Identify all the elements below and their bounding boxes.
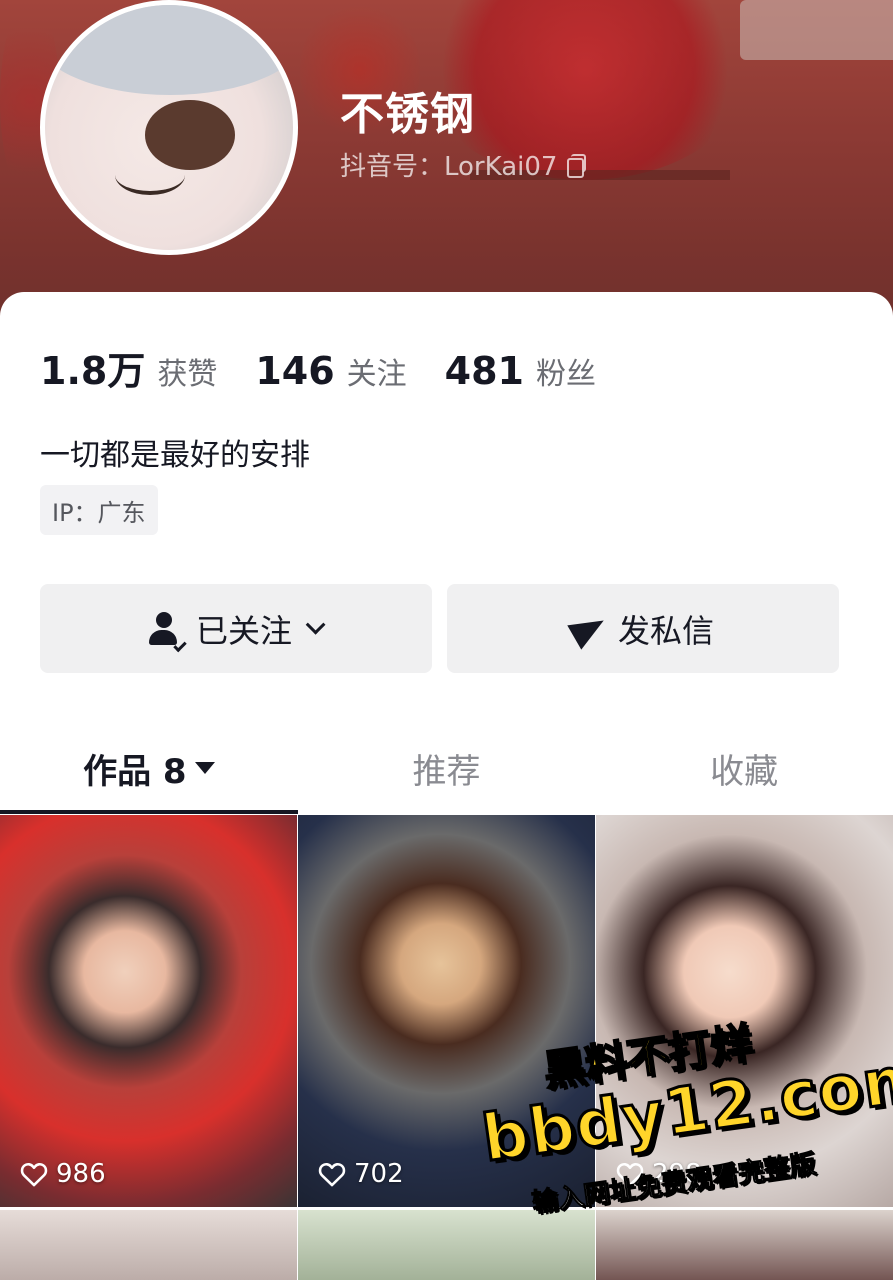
douyin-id-text: 抖音号：LorKai07	[340, 152, 558, 182]
followed-label: 已关注	[195, 611, 292, 650]
douyin-id[interactable]: 抖音号：LorKai07	[340, 146, 587, 183]
stats-row: 1.8万 获赞 146 关注 481 粉丝	[40, 340, 596, 395]
avatar[interactable]	[40, 0, 298, 255]
followed-button[interactable]: 已关注	[40, 584, 432, 673]
heart-icon	[20, 1161, 48, 1187]
like-count: 986	[20, 1159, 106, 1189]
stat-followers[interactable]: 481 粉丝	[445, 349, 596, 393]
stat-label: 关注	[346, 357, 407, 392]
tab-label: 推荐	[412, 751, 481, 792]
heart-icon	[318, 1161, 346, 1187]
tab-works[interactable]: 作品 8	[0, 722, 298, 814]
like-count-text: 986	[56, 1159, 106, 1189]
message-button[interactable]: 发私信	[447, 584, 839, 673]
like-count: 702	[318, 1159, 404, 1189]
stat-value: 1.8万	[40, 349, 146, 393]
tab-bar: 作品 8 推荐 收藏	[0, 722, 893, 814]
username: 不锈钢	[340, 89, 475, 140]
bio: 一切都是最好的安排	[40, 438, 310, 473]
stat-value: 146	[255, 349, 335, 393]
stat-label: 获赞	[157, 357, 218, 392]
copy-icon[interactable]	[565, 153, 587, 178]
tab-favorites[interactable]: 收藏	[595, 722, 893, 814]
video-tile[interactable]	[0, 1210, 297, 1280]
stat-value: 481	[444, 349, 524, 393]
video-tile[interactable]: 986	[0, 815, 297, 1207]
stat-likes[interactable]: 1.8万 获赞	[40, 340, 217, 395]
tab-label: 收藏	[710, 751, 779, 792]
send-icon	[567, 607, 611, 650]
chevron-down-icon	[305, 614, 326, 635]
caret-down-icon	[194, 762, 215, 774]
user-check-icon	[148, 611, 187, 652]
stat-following[interactable]: 146 关注	[255, 349, 406, 393]
ip-tag: IP：广东	[40, 485, 158, 535]
like-count-text: 702	[354, 1159, 404, 1189]
stat-label: 粉丝	[535, 357, 596, 392]
message-label: 发私信	[617, 611, 714, 650]
tab-label: 作品 8	[83, 751, 187, 792]
tab-recommend[interactable]: 推荐	[298, 722, 596, 814]
